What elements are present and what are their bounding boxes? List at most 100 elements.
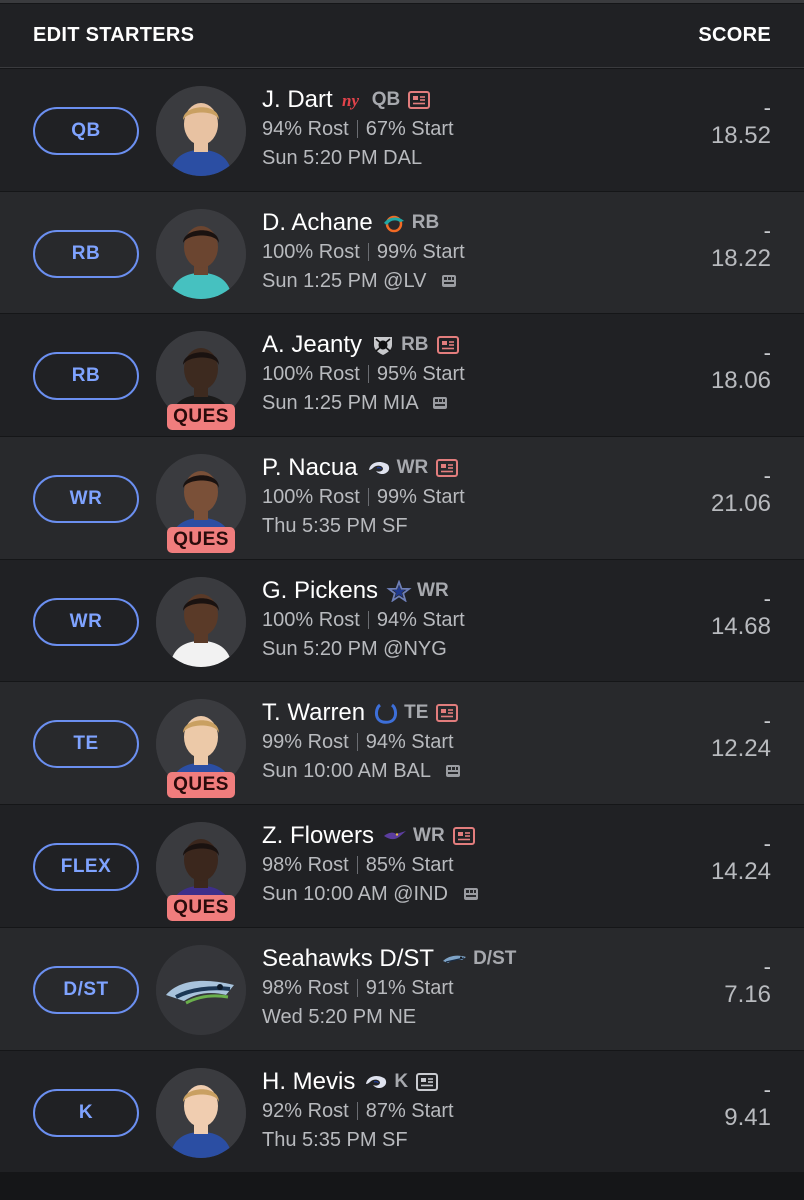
started-percent: 85% Start <box>365 854 454 877</box>
news-icon[interactable] <box>436 335 460 355</box>
started-percent: 99% Start <box>376 240 465 263</box>
news-icon[interactable] <box>415 1072 439 1092</box>
rostered-percent: 92% Rost <box>262 1099 349 1122</box>
player-name[interactable]: D. Achane <box>262 209 373 237</box>
rostered-percent: 99% Rost <box>262 731 349 754</box>
divider <box>356 120 358 138</box>
slot-button[interactable]: WR <box>33 475 139 524</box>
slot-label: WR <box>69 488 103 510</box>
actual-score: - <box>763 340 771 366</box>
questionable-badge: QUES <box>167 404 235 431</box>
score-cell: - 14.24 <box>711 833 771 887</box>
score-column-label: SCORE <box>698 24 771 46</box>
player-info: P. Nacua WR 100% Rost 99% Start Thu 5:35 … <box>262 453 692 541</box>
started-percent: 94% Start <box>376 608 465 631</box>
news-icon[interactable] <box>407 90 431 110</box>
player-name[interactable]: T. Warren <box>262 699 365 727</box>
game-line: Thu 5:35 PM SF <box>262 1126 692 1155</box>
rostered-percent: 94% Rost <box>262 118 349 140</box>
raiders-logo-icon <box>370 334 396 356</box>
player-row[interactable]: WR G. Pickens WR 100% Rost 94% Start Sun … <box>0 559 804 683</box>
rams-logo-icon <box>366 457 392 479</box>
game-line: Sun 1:25 PM @LV <box>262 267 692 296</box>
slot-button[interactable]: D/ST <box>33 965 139 1014</box>
slot-button[interactable]: FLEX <box>33 843 139 892</box>
colts-logo-icon <box>373 702 399 725</box>
game-line: Thu 5:35 PM SF <box>262 512 692 541</box>
actual-score: - <box>763 95 771 120</box>
edit-starters-title[interactable]: EDIT STARTERS <box>33 24 194 47</box>
player-row[interactable]: RB A. Jeanty RB 100% Rost 95% Start Sun 1… <box>0 314 804 438</box>
ownership-line: 100% Rost 99% Start <box>262 483 692 512</box>
player-info: Seahawks D/ST D/ST 98% Rost 91% Start Wed… <box>262 944 692 1032</box>
game-time: Sun 5:20 PM DAL <box>262 147 423 169</box>
slot-label: RB <box>71 365 101 387</box>
player-name[interactable]: G. Pickens <box>262 577 378 605</box>
actual-score: - <box>763 953 771 979</box>
divider <box>367 488 369 507</box>
player-avatar[interactable] <box>156 86 246 176</box>
player-position: QB <box>371 89 401 110</box>
player-avatar[interactable] <box>156 1067 246 1158</box>
projected-score: 18.06 <box>710 367 771 395</box>
news-icon[interactable] <box>435 703 459 723</box>
news-icon[interactable] <box>435 458 459 478</box>
player-name[interactable]: J. Dart <box>262 86 333 114</box>
score-cell: - 18.06 <box>711 342 771 396</box>
player-position: RB <box>401 334 429 356</box>
player-avatar[interactable] <box>156 576 246 667</box>
actual-score: - <box>763 708 771 734</box>
bottom-bar <box>0 1175 804 1200</box>
game-time: Sun 1:25 PM MIA <box>262 392 418 415</box>
player-name[interactable]: Seahawks D/ST <box>262 945 434 973</box>
player-row[interactable]: TE T. Warren TE 99% Rost 94% Start Sun 10… <box>0 682 804 806</box>
player-position: TE <box>404 702 429 724</box>
started-percent: 99% Start <box>376 486 465 509</box>
slot-label: FLEX <box>60 856 112 878</box>
score-cell: - 9.41 <box>724 1078 771 1133</box>
slot-button[interactable]: RB <box>33 229 139 278</box>
player-row[interactable]: D/ST Seahawks D/ST D/ST 98% Rost 91% Star… <box>0 927 804 1051</box>
player-row[interactable]: QB J. Dart ny QB 94% Rost 67% Start Sun 5… <box>0 69 804 192</box>
player-avatar[interactable] <box>156 944 246 1035</box>
rostered-percent: 100% Rost <box>262 608 360 631</box>
player-row[interactable]: K H. Mevis K 92% Rost 87% Start Thu 5:35 … <box>0 1050 804 1174</box>
player-position: WR <box>413 825 445 847</box>
slot-button[interactable]: RB <box>33 352 139 401</box>
game-time: Sun 10:00 AM @IND <box>262 883 448 906</box>
player-name[interactable]: H. Mevis <box>262 1068 355 1096</box>
giants-logo-icon: ny <box>341 89 367 111</box>
game-line: Wed 5:20 PM NE <box>262 1003 692 1032</box>
player-row[interactable]: FLEX Z. Flowers WR 98% Rost 85% Start Sun… <box>0 805 804 928</box>
slot-button[interactable]: TE <box>33 720 139 769</box>
news-icon[interactable] <box>452 826 476 846</box>
player-info: H. Mevis K 92% Rost 87% Start Thu 5:35 PM… <box>262 1067 692 1155</box>
projected-score: 18.22 <box>710 244 771 272</box>
player-name[interactable]: P. Nacua <box>262 454 358 482</box>
slot-button[interactable]: QB <box>33 107 139 155</box>
player-row[interactable]: WR P. Nacua WR 100% Rost 99% Start Thu 5:… <box>0 437 804 560</box>
player-position: WR <box>396 457 429 479</box>
questionable-badge: QUES <box>167 772 235 799</box>
projected-score: 14.68 <box>710 612 771 640</box>
projected-score: 12.24 <box>710 735 771 763</box>
player-avatar[interactable] <box>156 208 246 299</box>
divider <box>356 1101 358 1120</box>
game-time: Thu 5:35 PM SF <box>262 1128 408 1151</box>
game-line: Sun 10:00 AM @IND <box>262 880 692 909</box>
score-cell: - 7.16 <box>724 953 771 1010</box>
game-line: Sun 5:20 PM @NYG <box>262 635 692 664</box>
player-row[interactable]: RB D. Achane RB 100% Rost 99% Start Sun 1… <box>0 191 804 315</box>
rostered-percent: 98% Rost <box>262 976 349 999</box>
slot-button[interactable]: K <box>33 1088 139 1137</box>
cowboys-logo-icon <box>386 579 412 602</box>
player-name[interactable]: A. Jeanty <box>262 331 362 359</box>
player-position: D/ST <box>473 947 517 969</box>
ownership-line: 100% Rost 95% Start <box>262 360 692 389</box>
slot-button[interactable]: WR <box>33 597 139 646</box>
started-percent: 91% Start <box>365 976 454 999</box>
actual-score: - <box>763 585 771 611</box>
divider <box>367 242 369 261</box>
score-cell: - 18.22 <box>710 219 771 274</box>
player-name[interactable]: Z. Flowers <box>262 822 374 850</box>
